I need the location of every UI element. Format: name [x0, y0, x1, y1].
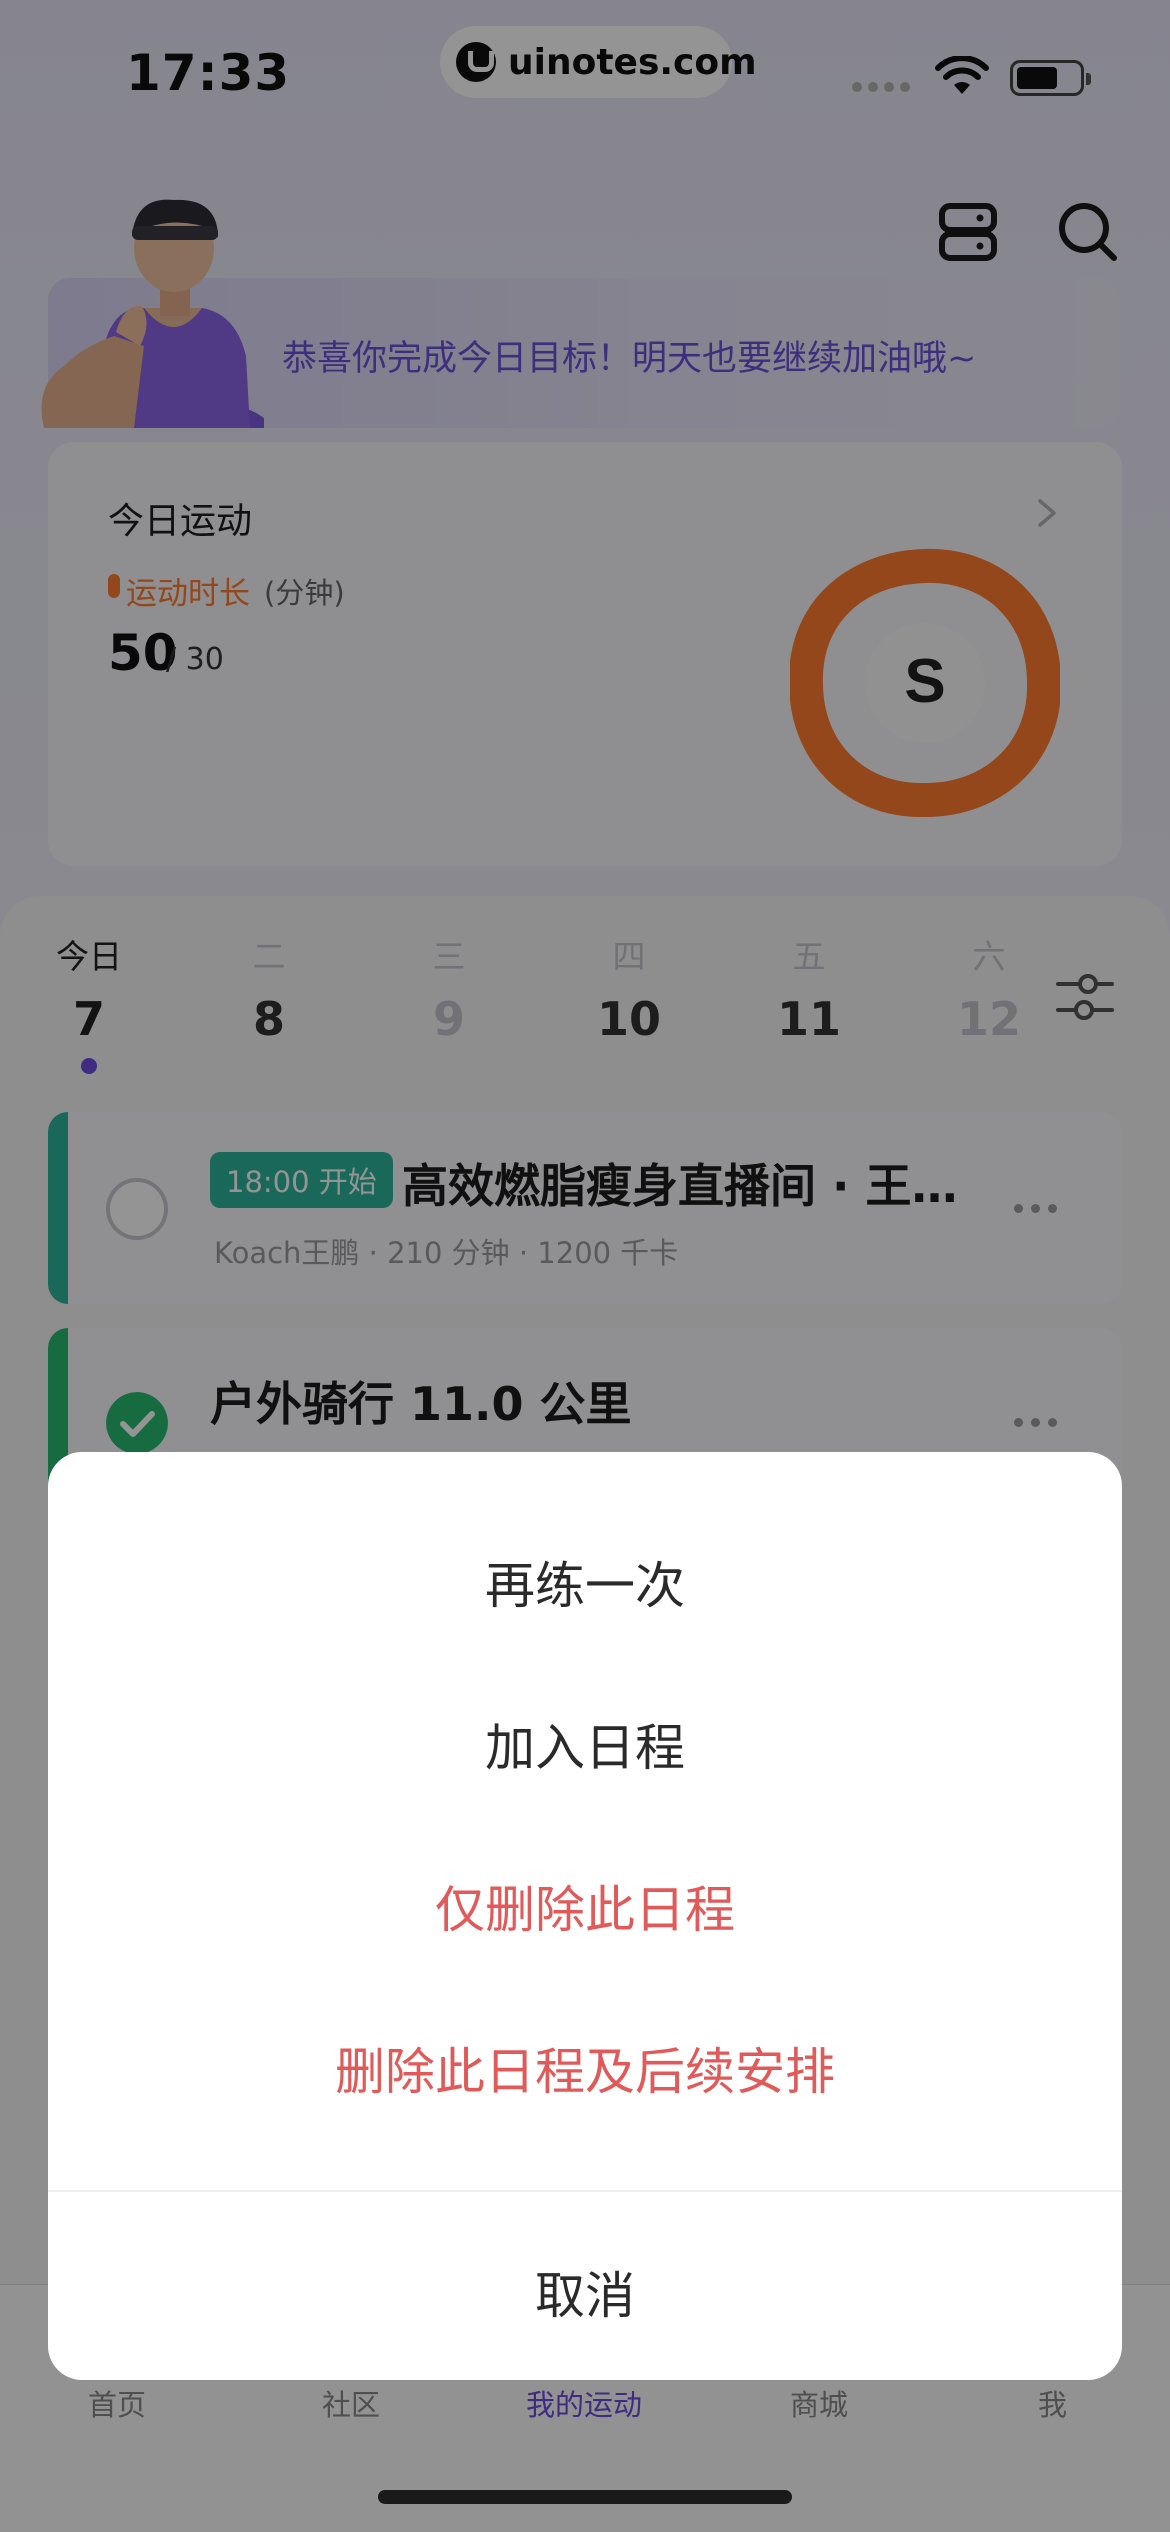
cancel-button[interactable]: 取消: [48, 2256, 1122, 2328]
app-page: 17:33 uinotes.com 恭喜你完成今日目标！明天也要继续加油哦~ 今…: [0, 0, 1170, 2532]
delete-schedule-and-following-button[interactable]: 删除此日程及后续安排: [48, 2032, 1122, 2104]
add-to-schedule-button[interactable]: 加入日程: [48, 1708, 1122, 1780]
home-indicator: [378, 2490, 792, 2504]
train-again-button[interactable]: 再练一次: [48, 1546, 1122, 1618]
delete-this-schedule-button[interactable]: 仅删除此日程: [48, 1870, 1122, 1942]
sheet-divider: [48, 2190, 1122, 2192]
